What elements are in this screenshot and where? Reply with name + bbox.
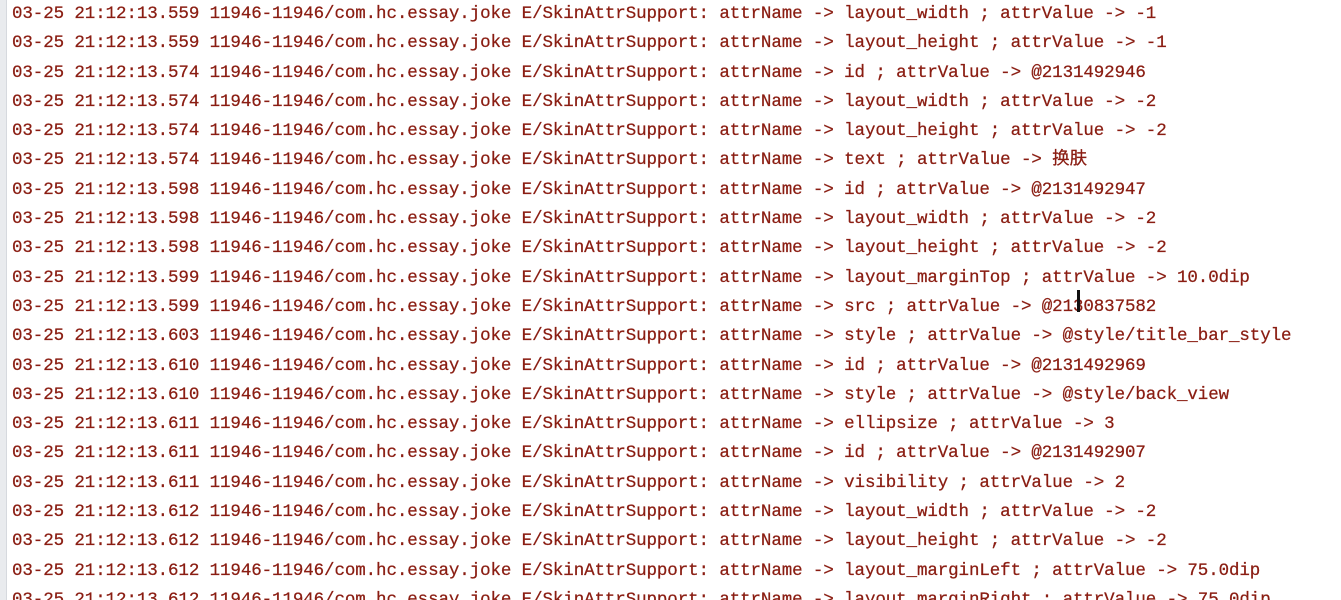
log-line[interactable]: 03-25 21:12:13.611 11946-11946/com.hc.es… [12,469,1291,498]
log-line[interactable]: 03-25 21:12:13.612 11946-11946/com.hc.es… [12,586,1291,600]
logcat-output-panel[interactable]: 03-25 21:12:13.559 11946-11946/com.hc.es… [0,0,1341,600]
log-line[interactable]: 03-25 21:12:13.574 11946-11946/com.hc.es… [12,146,1291,175]
log-line[interactable]: 03-25 21:12:13.574 11946-11946/com.hc.es… [12,117,1291,146]
log-line[interactable]: 03-25 21:12:13.559 11946-11946/com.hc.es… [12,0,1291,29]
log-line[interactable]: 03-25 21:12:13.603 11946-11946/com.hc.es… [12,322,1292,351]
log-line[interactable]: 03-25 21:12:13.598 11946-11946/com.hc.es… [12,176,1291,205]
log-line[interactable]: 03-25 21:12:13.612 11946-11946/com.hc.es… [12,498,1291,527]
log-line[interactable]: 03-25 21:12:13.598 11946-11946/com.hc.es… [12,205,1291,234]
log-line[interactable]: 03-25 21:12:13.599 11946-11946/com.hc.es… [12,293,1291,322]
log-line[interactable]: 03-25 21:12:13.599 11946-11946/com.hc.es… [12,264,1291,293]
log-line[interactable]: 03-25 21:12:13.598 11946-11946/com.hc.es… [12,234,1291,263]
log-line[interactable]: 03-25 21:12:13.559 11946-11946/com.hc.es… [12,29,1291,58]
log-line[interactable]: 03-25 21:12:13.610 11946-11946/com.hc.es… [12,352,1291,381]
log-line[interactable]: 03-25 21:12:13.574 11946-11946/com.hc.es… [12,88,1291,117]
text-cursor-icon [1077,290,1080,312]
log-line[interactable]: 03-25 21:12:13.574 11946-11946/com.hc.es… [12,59,1291,88]
log-line[interactable]: 03-25 21:12:13.610 11946-11946/com.hc.es… [12,381,1291,410]
log-line[interactable]: 03-25 21:12:13.612 11946-11946/com.hc.es… [12,527,1291,556]
log-line[interactable]: 03-25 21:12:13.611 11946-11946/com.hc.es… [12,410,1291,439]
log-line-list: 03-25 21:12:13.559 11946-11946/com.hc.es… [12,0,1292,600]
editor-gutter [0,0,7,600]
log-line[interactable]: 03-25 21:12:13.612 11946-11946/com.hc.es… [12,557,1291,586]
log-line[interactable]: 03-25 21:12:13.611 11946-11946/com.hc.es… [12,439,1291,468]
